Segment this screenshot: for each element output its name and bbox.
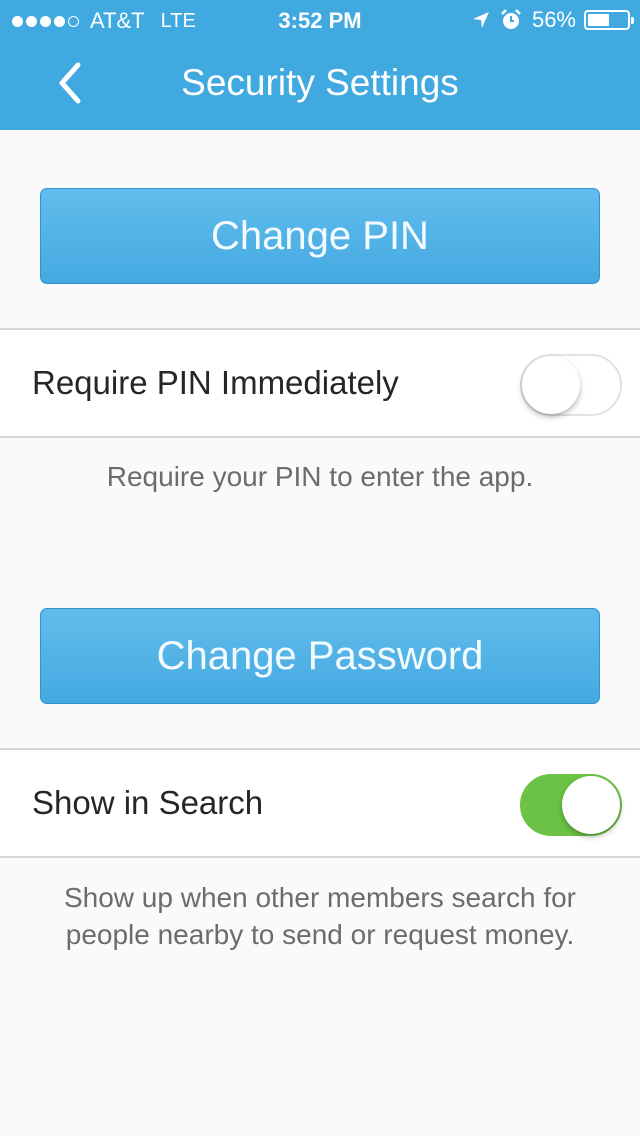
location-arrow-icon [472, 11, 490, 29]
show-in-search-label: Show in Search [32, 784, 264, 821]
require-pin-row: Require PIN Immediately [0, 328, 640, 438]
battery-percent: 56% [531, 7, 576, 32]
toggle-knob [562, 776, 620, 834]
require-pin-description: Require your PIN to enter the app. [106, 461, 534, 492]
status-right: 56% [472, 7, 634, 33]
battery-fill [588, 14, 609, 26]
show-in-search-toggle[interactable] [520, 774, 622, 836]
status-bar: AT&T LTE 3:52 PM 56% [0, 0, 640, 40]
show-in-search-description: Show up when other members search for pe… [63, 882, 577, 950]
change-pin-button[interactable]: Change PIN [40, 188, 600, 284]
require-pin-label: Require PIN Immediately [32, 364, 399, 401]
page-title: Security Settings [181, 62, 459, 103]
battery-icon [584, 10, 634, 30]
alarm-icon [500, 9, 522, 31]
toggle-knob [522, 356, 580, 414]
show-in-search-row: Show in Search [0, 748, 640, 858]
require-pin-toggle[interactable] [520, 354, 622, 416]
change-password-button[interactable]: Change Password [40, 608, 600, 704]
navigation-header: AT&T LTE 3:52 PM 56% Security Settings [0, 0, 640, 130]
